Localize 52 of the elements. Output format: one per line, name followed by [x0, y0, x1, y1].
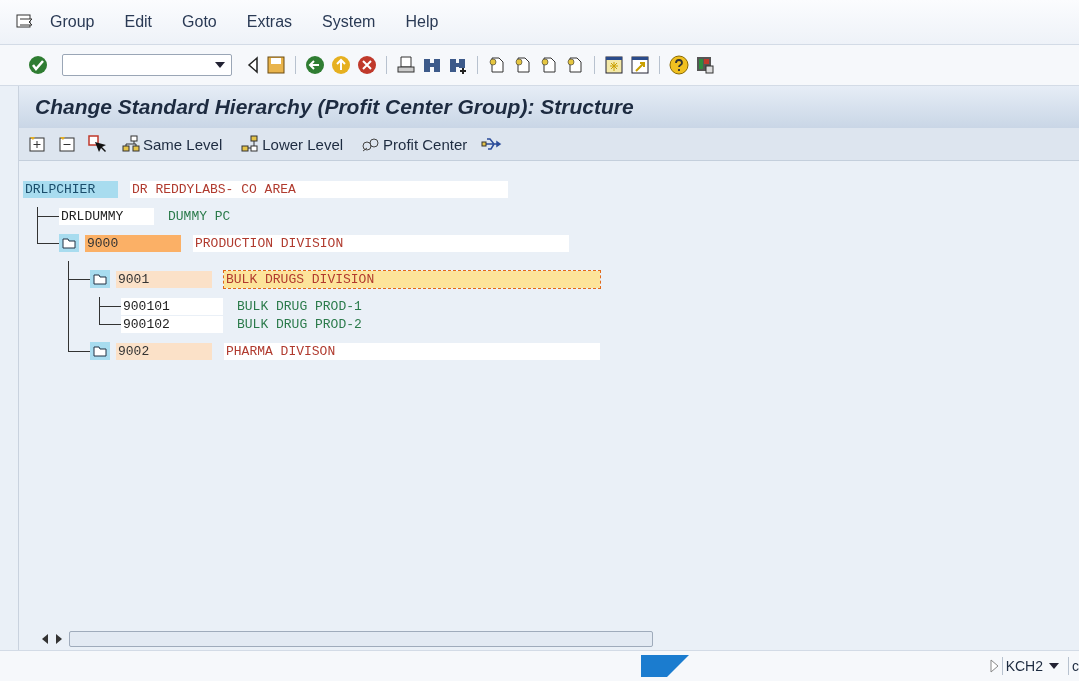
back-icon[interactable]	[305, 55, 325, 75]
node-description: PHARMA DIVISON	[224, 342, 600, 360]
node-code[interactable]: 9000	[85, 234, 181, 252]
folder-icon[interactable]	[90, 342, 110, 360]
scroll-left-icon[interactable]	[41, 634, 49, 644]
toolbar-button[interactable]: Lower Level	[236, 135, 348, 153]
cancel-icon[interactable]	[357, 55, 377, 75]
node-description: BULK DRUGS DIVISION	[224, 270, 600, 288]
toolbar-button[interactable]: Same Level	[117, 135, 227, 153]
system-name[interactable]: KCH2	[1005, 658, 1043, 674]
select-cursor-icon[interactable]	[87, 134, 107, 154]
menu-item[interactable]: Group	[50, 13, 95, 31]
dropdown-caret-icon[interactable]	[215, 62, 225, 68]
node-code[interactable]: 9002	[116, 342, 212, 360]
command-field[interactable]	[62, 54, 232, 76]
node-code[interactable]: DRLPCHIER	[23, 180, 118, 198]
screen-title: Change Standard Hierarchy (Profit Center Group): Structure	[35, 95, 634, 119]
client-text: c	[1072, 658, 1079, 674]
menu-item[interactable]: Edit	[124, 13, 153, 31]
check-icon[interactable]	[28, 55, 48, 75]
menu-item[interactable]: System	[322, 13, 376, 31]
print-icon[interactable]	[396, 55, 416, 75]
node-description: DUMMY PC	[167, 207, 232, 225]
collapse-icon[interactable]	[57, 134, 77, 154]
expand-triangle-icon[interactable]	[988, 659, 999, 673]
expand-icon[interactable]	[27, 134, 47, 154]
menu-item[interactable]: Extras	[246, 13, 293, 31]
menu-item[interactable]: Help	[405, 13, 439, 31]
node-code[interactable]: 9001	[116, 270, 212, 288]
layout-icon[interactable]	[695, 55, 715, 75]
menu-item[interactable]: Goto	[182, 13, 217, 31]
node-description: BULK DRUG PROD-2	[236, 315, 363, 333]
node-code[interactable]: 900101	[121, 297, 223, 315]
hierarchy-icon[interactable]	[240, 135, 261, 153]
toolbar-button[interactable]: Profit Center	[357, 135, 472, 153]
sap-logo	[640, 655, 689, 677]
scroll-right-icon[interactable]	[55, 634, 63, 644]
help-icon[interactable]	[669, 55, 689, 75]
node-code[interactable]: 900102	[121, 315, 223, 333]
dropdown-caret-icon[interactable]	[1049, 663, 1059, 669]
node-code[interactable]: DRLDUMMY	[59, 207, 154, 225]
folder-icon[interactable]	[59, 234, 79, 252]
hierarchy-icon[interactable]	[121, 135, 141, 153]
folder-icon[interactable]	[90, 270, 110, 288]
node-description: DR REDDYLABS- CO AREA	[130, 180, 508, 198]
node-description: PRODUCTION DIVISION	[193, 234, 569, 252]
save-icon[interactable]	[266, 55, 286, 75]
shortcut-window-icon[interactable]	[630, 55, 650, 75]
left-triangle-icon[interactable]	[246, 55, 260, 75]
node-description: BULK DRUG PROD-1	[236, 297, 363, 315]
scrollbar-thumb[interactable]	[69, 631, 653, 647]
new-window-icon[interactable]	[604, 55, 624, 75]
